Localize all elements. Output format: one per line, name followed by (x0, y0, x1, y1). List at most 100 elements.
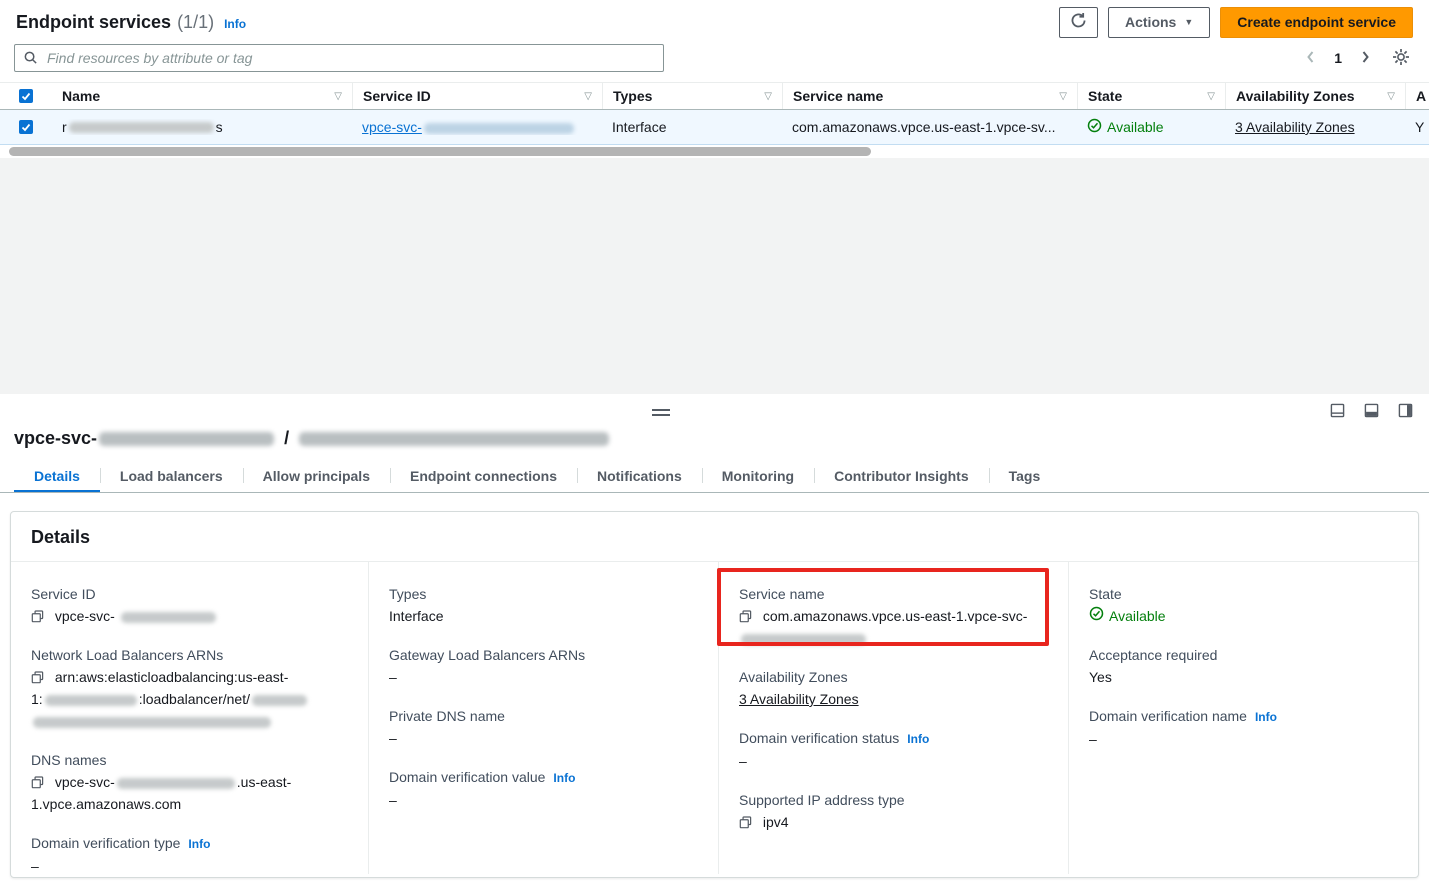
layout-side-panel-button[interactable] (1398, 403, 1413, 421)
create-endpoint-service-button[interactable]: Create endpoint service (1220, 7, 1413, 38)
column-header-service-id[interactable]: Service ID ▽ (352, 83, 602, 109)
refresh-button[interactable] (1059, 7, 1098, 38)
column-header-availability-zones-label: Availability Zones (1236, 88, 1355, 104)
pagination-previous-button[interactable] (1303, 48, 1318, 69)
select-all-checkbox[interactable] (19, 89, 33, 103)
split-bar (0, 394, 1429, 428)
column-header-availability-zones[interactable]: Availability Zones ▽ (1225, 83, 1405, 109)
filter-icon[interactable]: ▽ (1059, 91, 1067, 102)
detail-title-id-prefix: vpce-svc- (14, 428, 97, 449)
types-value: Interface (612, 119, 666, 135)
domain-verification-type-label: Domain verification type (31, 835, 180, 851)
acceptance-required-value: Yes (1089, 666, 1398, 688)
redacted-dns-id (117, 778, 235, 789)
column-header-name[interactable]: Name ▽ (52, 83, 352, 109)
tab-details[interactable]: Details (14, 459, 100, 492)
column-header-service-id-label: Service ID (363, 88, 431, 104)
domain-verification-name-label: Domain verification name (1089, 708, 1247, 724)
copy-icon[interactable] (739, 816, 752, 829)
availability-zones-detail-link[interactable]: 3 Availability Zones (739, 691, 859, 707)
copy-icon[interactable] (739, 610, 752, 623)
redacted-service-name-id (741, 634, 866, 645)
domain-verification-status-label: Domain verification status (739, 730, 899, 746)
tab-tags[interactable]: Tags (989, 459, 1061, 492)
domain-verification-name-info-link[interactable]: Info (1255, 710, 1277, 724)
detail-title-separator: / (284, 428, 289, 449)
pagination-next-button[interactable] (1358, 48, 1373, 69)
tab-contributor-insights[interactable]: Contributor Insights (814, 459, 989, 492)
column-header-acceptance[interactable]: A (1405, 83, 1429, 109)
chevron-down-icon: ▼ (1184, 18, 1193, 27)
field-acceptance-required: Acceptance required Yes (1089, 645, 1398, 688)
redacted-lb-name (252, 695, 307, 706)
redacted-title-id (99, 432, 274, 446)
actions-dropdown-button[interactable]: Actions ▼ (1108, 7, 1210, 38)
tab-notifications[interactable]: Notifications (577, 459, 702, 492)
redacted-service-id-detail (121, 612, 216, 623)
cell-types: Interface (602, 119, 782, 135)
name-prefix: r (62, 119, 67, 135)
title-info-link[interactable]: Info (224, 17, 246, 31)
domain-verification-status-info-link[interactable]: Info (907, 732, 929, 746)
row-checkbox-cell (0, 110, 52, 144)
tab-monitoring-label: Monitoring (722, 468, 794, 484)
copy-icon[interactable] (31, 671, 44, 684)
pagination-current-page[interactable]: 1 (1334, 50, 1342, 66)
copy-icon[interactable] (31, 610, 44, 623)
table-row[interactable]: r s vpce-svc- Interface com.amazonaws.vp… (0, 110, 1429, 145)
service-id-label: Service ID (31, 584, 348, 605)
table-settings-button[interactable] (1389, 45, 1413, 72)
field-domain-verification-name: Domain verification name Info – (1089, 706, 1398, 750)
redacted-title-name (299, 432, 609, 446)
redacted-lb-id (33, 717, 271, 728)
details-column-1: Service ID vpce-svc- Network Load Balanc… (11, 562, 368, 874)
tab-load-balancers[interactable]: Load balancers (100, 459, 243, 492)
details-card: Details Service ID vpce-svc- Network Lo (10, 511, 1419, 878)
column-header-state[interactable]: State ▽ (1077, 83, 1225, 109)
tab-details-label: Details (34, 468, 80, 484)
cell-service-name: com.amazonaws.vpce.us-east-1.vpce-sv... (782, 119, 1077, 135)
horizontal-scrollbar-thumb[interactable] (9, 147, 871, 156)
search-input[interactable] (14, 44, 664, 72)
state-detail-label: State (1089, 584, 1398, 605)
empty-background-region (0, 158, 1429, 394)
search-icon (23, 50, 38, 68)
filter-icon[interactable]: ▽ (584, 91, 592, 102)
domain-verification-name-value: – (1089, 728, 1398, 750)
service-id-prefix: vpce-svc- (362, 119, 422, 135)
row-checkbox[interactable] (19, 120, 33, 134)
panel-bottom-icon (1330, 403, 1345, 421)
table-header-row: Name ▽ Service ID ▽ Types ▽ Service name… (0, 83, 1429, 110)
tab-endpoint-connections[interactable]: Endpoint connections (390, 459, 577, 492)
create-label: Create endpoint service (1237, 14, 1396, 30)
filter-icon[interactable]: ▽ (1207, 91, 1215, 102)
private-dns-name-label: Private DNS name (389, 706, 698, 727)
filter-icon[interactable]: ▽ (764, 91, 772, 102)
gateway-lb-arns-label: Gateway Load Balancers ARNs (389, 645, 698, 666)
horizontal-scrollbar (0, 145, 1429, 158)
page-title: Endpoint services (16, 12, 171, 33)
column-header-types[interactable]: Types ▽ (602, 83, 782, 109)
nlb-arns-label: Network Load Balancers ARNs (31, 645, 348, 666)
layout-bottom-panel-button[interactable] (1330, 403, 1345, 421)
service-id-link[interactable]: vpce-svc- (362, 119, 576, 135)
field-availability-zones: Availability Zones 3 Availability Zones (739, 667, 1048, 710)
domain-verification-value-info-link[interactable]: Info (553, 771, 575, 785)
column-header-service-name[interactable]: Service name ▽ (782, 83, 1077, 109)
layout-split-panel-button[interactable] (1364, 403, 1379, 421)
availability-zones-link[interactable]: 3 Availability Zones (1235, 119, 1355, 135)
domain-verification-type-info-link[interactable]: Info (188, 837, 210, 851)
table-controls-row: 1 (0, 42, 1429, 82)
dns-line1-post: .us-east- (237, 774, 291, 790)
tab-tags-label: Tags (1009, 468, 1041, 484)
filter-icon[interactable]: ▽ (334, 91, 342, 102)
state-badge: Available (1087, 118, 1164, 136)
split-drag-handle[interactable] (652, 409, 670, 416)
copy-icon[interactable] (31, 776, 44, 789)
cell-availability-zones: 3 Availability Zones (1225, 119, 1405, 135)
tab-monitoring[interactable]: Monitoring (702, 459, 814, 492)
redacted-account-id (45, 695, 137, 706)
filter-icon[interactable]: ▽ (1387, 91, 1395, 102)
tab-allow-principals[interactable]: Allow principals (243, 459, 390, 492)
acceptance-value: Y (1415, 119, 1424, 135)
